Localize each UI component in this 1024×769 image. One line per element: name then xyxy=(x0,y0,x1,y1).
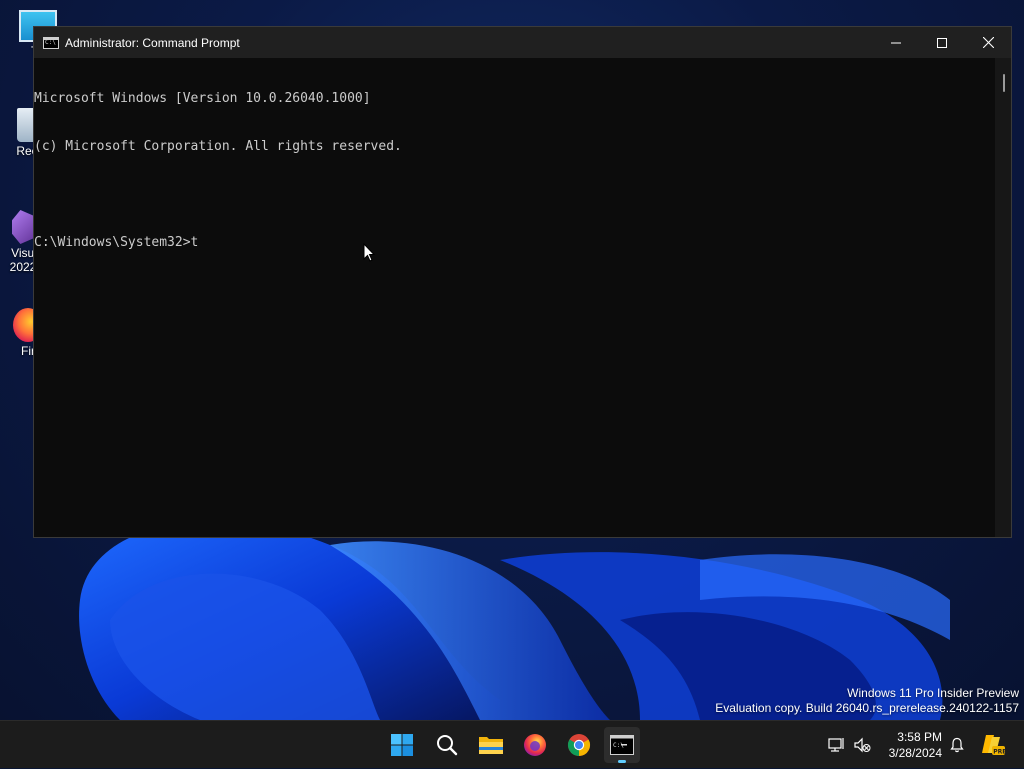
windows-logo-icon xyxy=(391,734,413,756)
network-icon xyxy=(828,738,844,752)
start-button[interactable] xyxy=(384,727,420,763)
maximize-button[interactable] xyxy=(919,27,965,58)
chrome-button[interactable] xyxy=(561,727,597,763)
window-titlebar[interactable]: Administrator: Command Prompt xyxy=(34,27,1011,58)
maximize-icon xyxy=(937,37,947,48)
network-tray-button[interactable] xyxy=(826,721,848,769)
chrome-icon xyxy=(568,734,590,756)
watermark-build: Evaluation copy. Build 26040.rs_prerelea… xyxy=(715,701,1019,715)
mouse-cursor-icon xyxy=(363,243,375,262)
search-icon xyxy=(437,735,458,756)
folder-icon xyxy=(479,737,503,754)
command-prompt-icon xyxy=(43,36,59,49)
vertical-scrollbar[interactable] xyxy=(995,58,1011,537)
copilot-pre-icon: PRE xyxy=(982,735,1006,756)
console-prompt-line[interactable]: C:\Windows\System32>t xyxy=(34,235,995,251)
command-prompt-window[interactable]: Administrator: Command Prompt Microsoft … xyxy=(33,26,1012,538)
taskbar: C:\ 3:58 PM 3/28/2024 PRE xyxy=(0,720,1024,768)
bell-icon xyxy=(950,737,964,753)
search-button[interactable] xyxy=(429,727,465,763)
console-line: Microsoft Windows [Version 10.0.26040.10… xyxy=(34,91,371,106)
console-line: (c) Microsoft Corporation. All rights re… xyxy=(34,139,402,154)
console-output[interactable]: Microsoft Windows [Version 10.0.26040.10… xyxy=(34,58,995,537)
minimize-icon xyxy=(891,42,901,43)
taskbar-clock[interactable]: 3:58 PM 3/28/2024 xyxy=(889,729,942,761)
close-icon xyxy=(982,37,994,48)
firefox-icon xyxy=(524,734,546,756)
clock-date: 3/28/2024 xyxy=(888,746,942,760)
volume-tray-button[interactable] xyxy=(851,721,873,769)
minimize-button[interactable] xyxy=(873,27,919,58)
watermark-edition: Windows 11 Pro Insider Preview xyxy=(847,686,1019,700)
notifications-button[interactable] xyxy=(946,721,968,769)
evaluation-watermark: Windows 11 Pro Insider Preview Evaluatio… xyxy=(715,686,1019,716)
svg-text:PRE: PRE xyxy=(993,749,1006,756)
firefox-button[interactable] xyxy=(517,727,553,763)
close-button[interactable] xyxy=(965,27,1011,58)
terminal-icon: C:\ xyxy=(610,735,634,755)
clock-time: 3:58 PM xyxy=(897,730,942,744)
active-app-indicator xyxy=(618,760,626,763)
volume-muted-icon xyxy=(854,737,871,753)
window-title: Administrator: Command Prompt xyxy=(65,35,240,50)
file-explorer-button[interactable] xyxy=(473,727,509,763)
scrollbar-thumb[interactable] xyxy=(1003,74,1005,92)
command-prompt-button[interactable]: C:\ xyxy=(604,727,640,763)
copilot-button[interactable]: PRE xyxy=(978,721,1008,769)
